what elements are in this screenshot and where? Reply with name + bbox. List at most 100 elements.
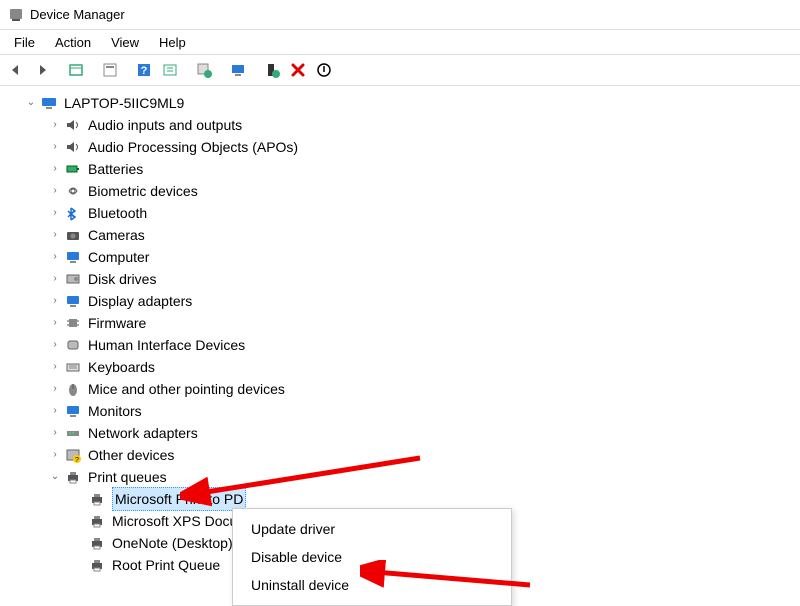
category-computer[interactable]: ›Computer (0, 246, 800, 268)
category-label: Mice and other pointing devices (88, 378, 285, 400)
device-label: OneNote (Desktop) (112, 532, 233, 554)
keyboard-icon (64, 358, 82, 376)
expander-icon[interactable]: ⌄ (48, 470, 62, 484)
menu-file[interactable]: File (4, 32, 45, 53)
category-label: Human Interface Devices (88, 334, 245, 356)
disk-icon (64, 270, 82, 288)
toolbar-show-hidden[interactable] (64, 58, 88, 82)
speaker-icon (64, 116, 82, 134)
toolbar-back[interactable] (4, 58, 28, 82)
menu-view[interactable]: View (101, 32, 149, 53)
expander-icon[interactable]: › (48, 140, 62, 154)
expander-icon[interactable]: › (48, 382, 62, 396)
finger-icon (64, 182, 82, 200)
category-label: Batteries (88, 158, 143, 180)
category-label: Audio Processing Objects (APOs) (88, 136, 298, 158)
root-label: LAPTOP-5IIC9ML9 (64, 92, 184, 114)
category-label: Bluetooth (88, 202, 147, 224)
hid-icon (64, 336, 82, 354)
category-label: Print queues (88, 466, 167, 488)
category-cameras[interactable]: › Cameras (0, 224, 800, 246)
toolbar: ? (0, 54, 800, 86)
mouse-icon (64, 380, 82, 398)
category-print-queues[interactable]: ⌄ Print queues (0, 466, 800, 488)
ctx-update-driver[interactable]: Update driver (233, 515, 511, 543)
category-label: Disk drives (88, 268, 156, 290)
app-icon (8, 7, 24, 23)
expander-icon[interactable]: › (48, 404, 62, 418)
expander-icon[interactable]: › (48, 250, 62, 264)
category-biometric-devices[interactable]: ›Biometric devices (0, 180, 800, 202)
printer-icon (88, 556, 106, 574)
computer-icon (40, 94, 58, 112)
warn-icon: ? (64, 446, 82, 464)
context-menu: Update driver Disable device Uninstall d… (232, 508, 512, 606)
ctx-disable-device[interactable]: Disable device (233, 543, 511, 571)
category-label: Network adapters (88, 422, 198, 444)
expander-icon[interactable]: › (48, 118, 62, 132)
category-audio-inputs-and-outputs[interactable]: › Audio inputs and outputs (0, 114, 800, 136)
expander-icon[interactable]: › (48, 426, 62, 440)
menu-help[interactable]: Help (149, 32, 196, 53)
window-title: Device Manager (30, 7, 125, 22)
expander-icon[interactable]: › (48, 448, 62, 462)
category-other-devices[interactable]: ›? Other devices (0, 444, 800, 466)
menubar: File Action View Help (0, 30, 800, 54)
category-audio-processing-objects-apos-[interactable]: › Audio Processing Objects (APOs) (0, 136, 800, 158)
chip-icon (64, 314, 82, 332)
expander-icon[interactable]: › (48, 316, 62, 330)
printer-icon (64, 468, 82, 486)
expander-icon[interactable]: › (48, 338, 62, 352)
device-label: Microsoft XPS Docu (112, 510, 237, 532)
category-label: Audio inputs and outputs (88, 114, 242, 136)
toolbar-scan[interactable] (158, 58, 182, 82)
toolbar-add-legacy[interactable] (260, 58, 284, 82)
menu-action[interactable]: Action (45, 32, 101, 53)
toolbar-help[interactable]: ? (132, 58, 156, 82)
category-label: Other devices (88, 444, 174, 466)
toolbar-properties[interactable] (98, 58, 122, 82)
category-monitors[interactable]: › Monitors (0, 400, 800, 422)
toolbar-forward[interactable] (30, 58, 54, 82)
category-mice-and-other-pointing-devices[interactable]: › Mice and other pointing devices (0, 378, 800, 400)
printer-icon (88, 512, 106, 530)
tree-root[interactable]: ⌄ LAPTOP-5IIC9ML9 (0, 92, 800, 114)
device-microsoft-print-to-pd[interactable]: Microsoft Print to PD (0, 488, 800, 510)
svg-text:?: ? (75, 457, 79, 463)
net-icon (64, 424, 82, 442)
category-label: Firmware (88, 312, 146, 334)
toolbar-uninstall[interactable] (286, 58, 310, 82)
expander-icon[interactable]: › (48, 272, 62, 286)
speaker-icon (64, 138, 82, 156)
device-label: Microsoft Print to PD (112, 487, 246, 511)
category-batteries[interactable]: › Batteries (0, 158, 800, 180)
category-firmware[interactable]: › Firmware (0, 312, 800, 334)
toolbar-disable[interactable] (312, 58, 336, 82)
category-label: Cameras (88, 224, 145, 246)
toolbar-monitor[interactable] (226, 58, 250, 82)
category-label: Display adapters (88, 290, 192, 312)
printer-icon (88, 534, 106, 552)
printer-icon (88, 490, 106, 508)
expander-icon[interactable]: › (48, 184, 62, 198)
monitor-icon (64, 292, 82, 310)
titlebar: Device Manager (0, 0, 800, 30)
bluetooth-icon (64, 204, 82, 222)
category-bluetooth[interactable]: › Bluetooth (0, 202, 800, 224)
category-keyboards[interactable]: › Keyboards (0, 356, 800, 378)
category-display-adapters[interactable]: › Display adapters (0, 290, 800, 312)
category-human-interface-devices[interactable]: › Human Interface Devices (0, 334, 800, 356)
expander-icon[interactable]: › (48, 206, 62, 220)
category-network-adapters[interactable]: › Network adapters (0, 422, 800, 444)
category-disk-drives[interactable]: › Disk drives (0, 268, 800, 290)
category-label: Keyboards (88, 356, 155, 378)
category-label: Monitors (88, 400, 142, 422)
expander-icon[interactable]: › (48, 162, 62, 176)
expander-icon[interactable]: › (48, 360, 62, 374)
expander-icon[interactable]: › (48, 294, 62, 308)
expander-icon[interactable]: › (48, 228, 62, 242)
ctx-uninstall-device[interactable]: Uninstall device (233, 571, 511, 599)
monitor-icon (64, 402, 82, 420)
toolbar-update-driver[interactable] (192, 58, 216, 82)
expander-icon[interactable]: ⌄ (24, 96, 38, 110)
